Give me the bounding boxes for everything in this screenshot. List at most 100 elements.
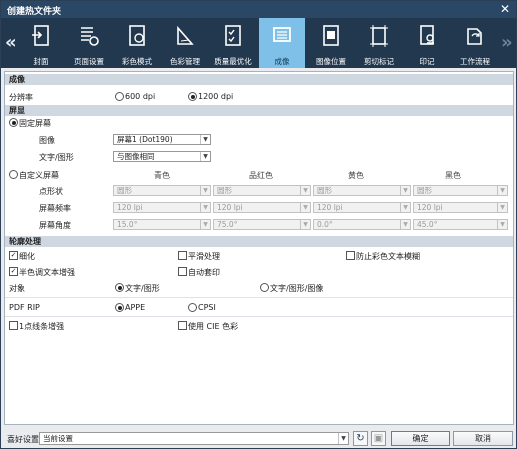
select-value: 120 lpi — [217, 203, 243, 212]
tab-quality-optimization[interactable]: 质量最优化 — [210, 18, 256, 68]
tab-crop-marks[interactable]: 剪切标记 — [356, 18, 402, 68]
angle-black-select[interactable]: 45.0° ▼ — [413, 219, 508, 230]
outline-section-header: 轮廓处理 — [5, 236, 513, 247]
resolution-label: 分辨率 — [9, 93, 33, 102]
tab-color-mode[interactable]: 彩色模式 — [114, 18, 160, 68]
preference-select[interactable]: 当前设置 ▼ — [39, 432, 349, 445]
col-cyan: 青色 — [154, 171, 170, 180]
prevent-blur-checkbox[interactable] — [346, 251, 355, 260]
tab-label: 封面 — [33, 57, 49, 66]
halftone-enhance-checkbox[interactable]: ✓ — [9, 267, 18, 276]
cpsi-radio[interactable] — [188, 303, 197, 312]
smoothing-label: 平滑处理 — [188, 252, 220, 261]
select-value: 圆形 — [317, 186, 332, 195]
frequency-magenta-select[interactable]: 120 lpi ▼ — [213, 202, 311, 213]
chevron-down-icon: ▼ — [200, 220, 210, 229]
frequency-black-select[interactable]: 120 lpi ▼ — [413, 202, 508, 213]
appe-label: APPE — [125, 303, 146, 312]
fixed-screen-radio[interactable] — [9, 118, 18, 127]
select-value: 0.0° — [317, 220, 333, 229]
tab-label: 色彩管理 — [170, 57, 200, 66]
tab-label: 工作流程 — [460, 57, 490, 66]
tab-label: 印记 — [419, 57, 435, 66]
chevron-down-icon: ▼ — [200, 135, 210, 144]
scroll-left-icon[interactable]: « — [5, 32, 17, 53]
auto-trap-checkbox[interactable] — [178, 267, 187, 276]
page-setup-icon — [81, 27, 99, 46]
imaging-section-header: 成像 — [5, 74, 513, 85]
dot-shape-yellow-select[interactable]: 圆形 ▼ — [313, 185, 411, 196]
select-value: 45.0° — [417, 220, 438, 229]
target-text-graphics-radio[interactable] — [115, 283, 124, 292]
cover-icon — [32, 25, 49, 46]
angle-yellow-select[interactable]: 0.0° ▼ — [313, 219, 411, 230]
chevron-down-icon: ▼ — [200, 203, 210, 212]
refresh-icon[interactable]: ↻ — [353, 431, 368, 446]
frequency-cyan-select[interactable]: 120 lpi ▼ — [113, 202, 211, 213]
chevron-down-icon: ▼ — [497, 220, 507, 229]
divider — [5, 297, 513, 298]
tab-workflow[interactable]: 工作流程 — [452, 18, 498, 68]
resolution-600-label: 600 dpi — [125, 92, 156, 101]
tab-color-management[interactable]: 色彩管理 — [162, 18, 208, 68]
text-graphics-screen-label: 文字/图形 — [39, 153, 74, 162]
ok-button[interactable]: 确定 — [391, 431, 450, 446]
resolution-600-radio[interactable] — [115, 92, 124, 101]
chevron-down-icon: ▼ — [497, 203, 507, 212]
screen-section-header: 屏显 — [5, 105, 513, 116]
imaging-icon — [273, 27, 291, 42]
thinning-checkbox[interactable]: ✓ — [9, 251, 18, 260]
tab-page-setup[interactable]: 页面设置 — [66, 18, 112, 68]
cpsi-label: CPSI — [198, 303, 216, 312]
select-value: 120 lpi — [417, 203, 443, 212]
resolution-1200-radio[interactable] — [188, 92, 197, 101]
line-enhance-checkbox[interactable] — [9, 321, 18, 330]
col-yellow: 黄色 — [348, 171, 364, 180]
save-icon[interactable]: ▣ — [371, 431, 386, 446]
divider — [5, 316, 513, 317]
chevron-down-icon: ▼ — [497, 186, 507, 195]
select-value: 圆形 — [417, 186, 432, 195]
select-value: 120 lpi — [117, 203, 143, 212]
image-position-icon — [323, 25, 339, 46]
chevron-down-icon: ▼ — [338, 433, 348, 444]
close-icon[interactable]: ✕ — [500, 2, 510, 16]
angle-cyan-select[interactable]: 15.0° ▼ — [113, 219, 211, 230]
dot-shape-magenta-select[interactable]: 圆形 ▼ — [213, 185, 311, 196]
tab-image-position[interactable]: 图像位置 — [308, 18, 354, 68]
dot-shape-cyan-select[interactable]: 圆形 ▼ — [113, 185, 211, 196]
dot-shape-black-select[interactable]: 圆形 ▼ — [413, 185, 508, 196]
image-screen-label: 图像 — [39, 136, 55, 145]
quality-optimization-icon — [225, 25, 241, 46]
tab-label: 图像位置 — [316, 57, 346, 66]
select-value: 当前设置 — [43, 434, 73, 443]
select-value: 屏幕1 (Dot190) — [117, 135, 173, 144]
use-cie-checkbox[interactable] — [178, 321, 187, 330]
tab-cover[interactable]: 封面 — [18, 18, 64, 68]
target-label: 对象 — [9, 284, 25, 293]
smoothing-checkbox[interactable] — [178, 251, 187, 260]
stamp-icon — [420, 25, 434, 45]
image-screen-select[interactable]: 屏幕1 (Dot190) ▼ — [113, 134, 211, 145]
dot-shape-label: 点形状 — [39, 187, 63, 196]
chevron-down-icon: ▼ — [200, 186, 210, 195]
angle-magenta-select[interactable]: 75.0° ▼ — [213, 219, 311, 230]
chevron-down-icon: ▼ — [200, 152, 210, 161]
select-value: 15.0° — [117, 220, 138, 229]
screen-angle-label: 屏幕角度 — [39, 221, 71, 230]
halftone-enhance-label: 半色调文本增强 — [19, 268, 75, 277]
target-text-graphics-image-radio[interactable] — [260, 283, 269, 292]
custom-screen-radio[interactable] — [9, 170, 18, 179]
fixed-screen-label: 固定屏幕 — [19, 119, 51, 128]
frequency-yellow-select[interactable]: 120 lpi ▼ — [313, 202, 411, 213]
tab-imaging[interactable]: 成像 — [259, 18, 305, 68]
auto-trap-label: 自动套印 — [188, 268, 220, 277]
select-value: 75.0° — [217, 220, 238, 229]
text-graphics-screen-select[interactable]: 与图像相同 ▼ — [113, 151, 211, 162]
cancel-button[interactable]: 取消 — [453, 431, 513, 446]
tab-stamp[interactable]: 印记 — [404, 18, 450, 68]
color-mode-icon — [129, 25, 145, 46]
scroll-right-icon[interactable]: » — [501, 32, 513, 53]
appe-radio[interactable] — [115, 303, 124, 312]
workflow-icon — [467, 28, 482, 45]
